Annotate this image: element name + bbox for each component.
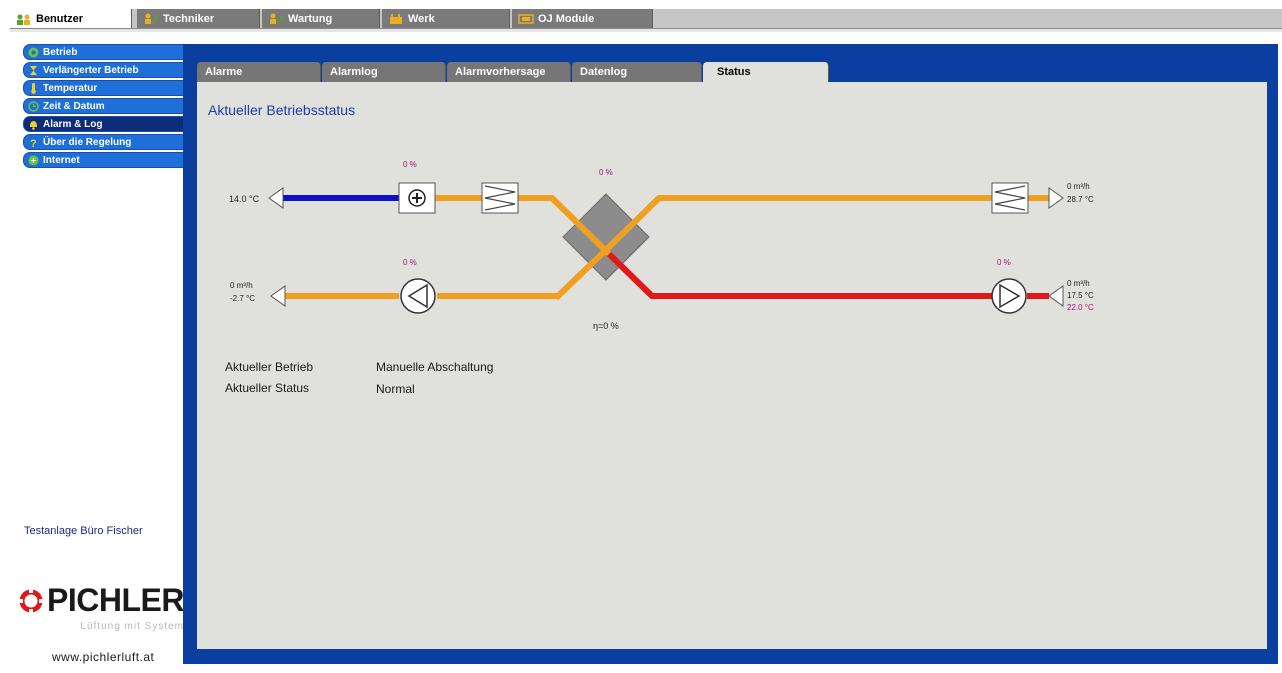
current-status-value: Normal xyxy=(376,382,415,396)
tab-alarmvorhersage[interactable]: Alarmvorhersage xyxy=(447,62,571,82)
top-tab-bar: Benutzer Techniker Wartung Werk OJ Modul… xyxy=(10,9,1282,29)
current-operation-value: Manuelle Abschaltung xyxy=(376,360,494,374)
tab-techniker[interactable]: Techniker xyxy=(137,9,260,28)
operation-icon xyxy=(28,47,39,58)
tab-label: Datenlog xyxy=(580,66,628,78)
tab-benutzer[interactable]: Benutzer xyxy=(10,9,132,29)
recovery-percent: 0 % xyxy=(599,168,613,177)
sidebar-item-label: Betrieb xyxy=(43,46,78,58)
tab-label: OJ Module xyxy=(538,12,595,25)
exhaust-fan-icon xyxy=(400,278,436,314)
current-status-label: Aktueller Status xyxy=(225,381,310,395)
maintenance-icon xyxy=(268,13,284,24)
efficiency-label: η=0 % xyxy=(593,321,619,331)
tab-label: Status xyxy=(717,66,751,78)
sidebar-item-label: Über die Regelung xyxy=(43,136,132,148)
filter-icon xyxy=(991,182,1029,214)
tab-label: Werk xyxy=(408,12,435,25)
module-icon xyxy=(518,13,534,24)
extract-setpoint: 22.0 °C xyxy=(1067,303,1094,312)
sidebar-item-internet[interactable]: Internet xyxy=(23,152,185,168)
sidebar-item-alarm-log[interactable]: Alarm & Log xyxy=(23,116,185,132)
sidebar-item-label: Alarm & Log xyxy=(43,118,103,130)
exhaust-arrow-icon xyxy=(270,285,286,307)
sidebar-item-verlaengerter-betrieb[interactable]: Verlängerter Betrieb xyxy=(23,62,185,78)
sidebar: Betrieb Verlängerter Betrieb Temperatur … xyxy=(23,44,185,170)
users-icon xyxy=(16,14,32,25)
pichler-logo: PICHLER Lüftung mit System xyxy=(18,582,184,632)
current-operation-label: Aktueller Betrieb xyxy=(225,360,314,374)
filter-icon xyxy=(481,182,519,214)
clock-icon xyxy=(28,100,39,112)
outdoor-temp: 14.0 °C xyxy=(229,194,260,204)
tab-label: Wartung xyxy=(288,12,333,25)
logo-text: PICHLER xyxy=(47,582,184,618)
hourglass-icon xyxy=(28,65,39,76)
ventilation-diagram: 14.0 °C 0 % 0 % 0 m³/h 28.7 °C 0 % 0 m³/… xyxy=(229,160,1094,331)
bell-icon xyxy=(28,119,39,130)
supply-fan-percent: 0 % xyxy=(997,258,1011,267)
tab-label: Alarme xyxy=(205,66,243,78)
exhaust-flow: 0 m³/h xyxy=(230,281,253,290)
tab-label: Benutzer xyxy=(36,13,84,25)
factory-icon xyxy=(388,13,404,24)
sidebar-item-label: Temperatur xyxy=(43,82,98,94)
exhaust-fan-percent: 0 % xyxy=(403,258,417,267)
sidebar-item-label: Zeit & Datum xyxy=(43,100,105,112)
website-link[interactable]: www.pichlerluft.at xyxy=(52,650,154,664)
tab-alarme[interactable]: Alarme xyxy=(197,62,321,82)
sidebar-item-betrieb[interactable]: Betrieb xyxy=(23,44,185,60)
tab-alarmlog[interactable]: Alarmlog xyxy=(322,62,446,82)
svg-text:?: ? xyxy=(30,138,37,148)
logo-ring-icon xyxy=(19,588,43,613)
tab-label: Alarmlog xyxy=(330,66,378,78)
extract-temp: 17.5 °C xyxy=(1067,291,1094,300)
globe-icon xyxy=(28,155,39,166)
heat-exchanger-icon xyxy=(549,193,662,301)
extract-arrow-icon xyxy=(1048,285,1064,307)
logo-tagline: Lüftung mit System xyxy=(80,621,184,632)
sidebar-item-label: Internet xyxy=(43,154,80,166)
technician-icon xyxy=(143,13,159,24)
sidebar-item-ueber-die-regelung[interactable]: ? Über die Regelung xyxy=(23,134,185,150)
supply-flow: 0 m³/h xyxy=(1067,182,1090,191)
extract-flow: 0 m³/h xyxy=(1067,279,1090,288)
extract-fan-icon xyxy=(991,278,1027,314)
tab-label: Techniker xyxy=(163,12,215,25)
tab-oj-module[interactable]: OJ Module xyxy=(512,9,653,28)
supply-temp: 28.7 °C xyxy=(1067,195,1094,204)
extract-duct-segment xyxy=(606,251,992,299)
thermometer-icon xyxy=(28,82,39,94)
exhaust-temp: -2.7 °C xyxy=(230,294,255,303)
site-name: Testanlage Büro Fischer xyxy=(24,525,143,537)
sidebar-item-zeit-datum[interactable]: Zeit & Datum xyxy=(23,98,185,114)
question-icon: ? xyxy=(28,137,39,150)
tab-wartung[interactable]: Wartung xyxy=(262,9,380,28)
sidebar-item-temperatur[interactable]: Temperatur xyxy=(23,80,185,96)
tab-werk[interactable]: Werk xyxy=(382,9,510,28)
inlet-arrow-icon xyxy=(268,187,284,209)
tab-status[interactable]: Status xyxy=(703,62,829,82)
tab-bar-divider xyxy=(10,28,1282,32)
outlet-arrow-icon xyxy=(1048,187,1064,209)
tab-label: Alarmvorhersage xyxy=(455,66,546,78)
tab-datenlog[interactable]: Datenlog xyxy=(572,62,702,82)
sidebar-item-label: Verlängerter Betrieb xyxy=(43,64,139,76)
heater-percent: 0 % xyxy=(403,160,417,169)
